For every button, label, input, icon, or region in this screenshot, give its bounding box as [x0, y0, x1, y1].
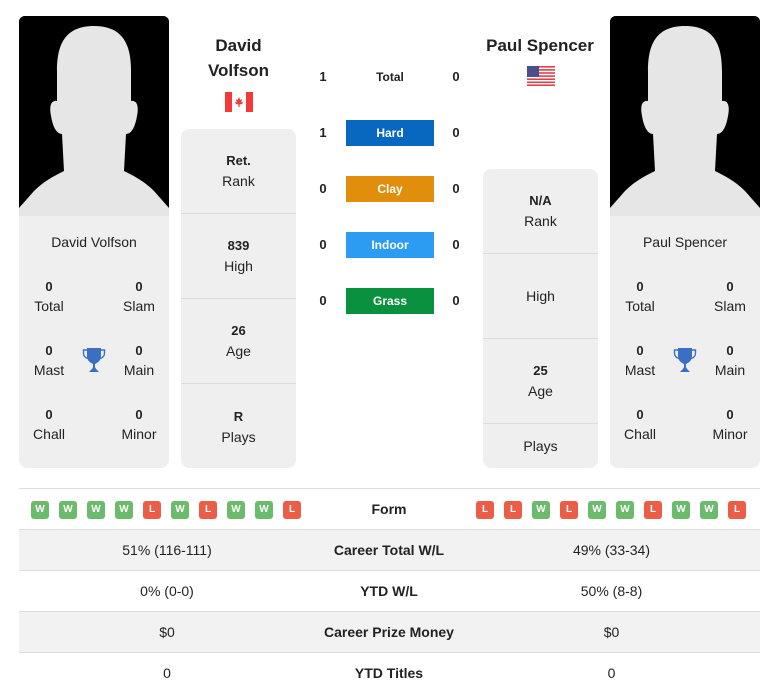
form-loss-badge[interactable]: L — [504, 501, 522, 519]
player2-form: LLWLWWLWWL — [476, 501, 746, 519]
surface-clay-badge[interactable]: Clay — [346, 176, 434, 202]
titles-mast: 0 Mast — [33, 343, 65, 378]
form-win-badge[interactable]: W — [31, 501, 49, 519]
player-silhouette-icon — [610, 16, 760, 216]
player1-stats-column: Ret. Rank 839 High 26 Age R Plays — [181, 129, 296, 468]
player2-photo — [610, 16, 760, 216]
form-label: Form — [371, 501, 407, 517]
form-win-badge[interactable]: W — [227, 501, 245, 519]
table-row: 51% (116-111) Career Total W/L 49% (33-3… — [19, 529, 760, 570]
player2-rank: N/A Rank — [483, 169, 598, 254]
titles-chall: 0 Chall — [624, 407, 656, 442]
form-loss-badge[interactable]: L — [476, 501, 494, 519]
surface-grass-badge[interactable]: Grass — [346, 288, 434, 314]
titles-mast: 0 Mast — [624, 343, 656, 378]
player1-header-name[interactable]: David Volfson — [181, 33, 296, 83]
form-loss-badge[interactable]: L — [644, 501, 662, 519]
table-row: 0% (0-0) YTD W/L 50% (8-8) — [19, 570, 760, 611]
player2-name[interactable]: Paul Spencer — [610, 234, 760, 250]
form-loss-badge[interactable]: L — [283, 501, 301, 519]
player2-high: High — [483, 254, 598, 339]
canada-flag-icon — [225, 92, 253, 112]
form-win-badge[interactable]: W — [87, 501, 105, 519]
surface-indoor-badge[interactable]: Indoor — [346, 232, 434, 258]
player2-stats-column: N/A Rank High 25 Age Plays — [483, 169, 598, 468]
titles-main: 0 Main — [123, 343, 155, 378]
form-loss-badge[interactable]: L — [199, 501, 217, 519]
titles-slam: 0 Slam — [714, 279, 746, 314]
form-loss-badge[interactable]: L — [560, 501, 578, 519]
h2h-row-total: 1 Total 0 — [310, 64, 470, 90]
comparison-table: WWWWLWLWWL Form LLWLWWLWWL 51% (116-111)… — [19, 488, 760, 693]
titles-total: 0 Total — [625, 279, 655, 314]
h2h-row-clay: 0 Clay 0 — [310, 176, 470, 202]
surface-total-label: Total — [376, 70, 404, 84]
form-win-badge[interactable]: W — [532, 501, 550, 519]
usa-flag-icon — [527, 66, 555, 86]
player1-high: 839 High — [181, 214, 296, 299]
titles-chall: 0 Chall — [33, 407, 65, 442]
player2-header-name[interactable]: Paul Spencer — [470, 33, 610, 58]
player1-photo — [19, 16, 169, 216]
player1-age: 26 Age — [181, 299, 296, 384]
player1-name[interactable]: David Volfson — [19, 234, 169, 250]
player1-rank: Ret. Rank — [181, 129, 296, 214]
titles-minor: 0 Minor — [121, 407, 157, 442]
surface-hard-badge[interactable]: Hard — [346, 120, 434, 146]
titles-main: 0 Main — [714, 343, 746, 378]
form-row: WWWWLWLWWL Form LLWLWWLWWL — [19, 488, 760, 529]
trophy-icon — [673, 348, 697, 372]
form-win-badge[interactable]: W — [588, 501, 606, 519]
player1-form: WWWWLWLWWL — [31, 501, 301, 519]
form-win-badge[interactable]: W — [700, 501, 718, 519]
trophy-icon — [82, 348, 106, 372]
titles-total: 0 Total — [34, 279, 64, 314]
form-win-badge[interactable]: W — [115, 501, 133, 519]
h2h-row-hard: 1 Hard 0 — [310, 120, 470, 146]
form-loss-badge[interactable]: L — [728, 501, 746, 519]
h2h-row-grass: 0 Grass 0 — [310, 288, 470, 314]
form-win-badge[interactable]: W — [59, 501, 77, 519]
table-row: 0 YTD Titles 0 — [19, 652, 760, 693]
titles-slam: 0 Slam — [123, 279, 155, 314]
form-win-badge[interactable]: W — [171, 501, 189, 519]
player2-age: 25 Age — [483, 339, 598, 424]
player1-titles-card: David Volfson 0 Total 0 Slam 0 Mast 0 Ma… — [19, 216, 169, 468]
player-silhouette-icon — [19, 16, 169, 216]
h2h-row-indoor: 0 Indoor 0 — [310, 232, 470, 258]
table-row: $0 Career Prize Money $0 — [19, 611, 760, 652]
player2-titles-card: Paul Spencer 0 Total 0 Slam 0 Mast 0 Mai… — [610, 216, 760, 468]
player2-plays: Plays — [523, 438, 558, 454]
form-win-badge[interactable]: W — [616, 501, 634, 519]
form-win-badge[interactable]: W — [672, 501, 690, 519]
form-win-badge[interactable]: W — [255, 501, 273, 519]
titles-minor: 0 Minor — [712, 407, 748, 442]
form-loss-badge[interactable]: L — [143, 501, 161, 519]
player1-plays: R Plays — [221, 408, 256, 445]
